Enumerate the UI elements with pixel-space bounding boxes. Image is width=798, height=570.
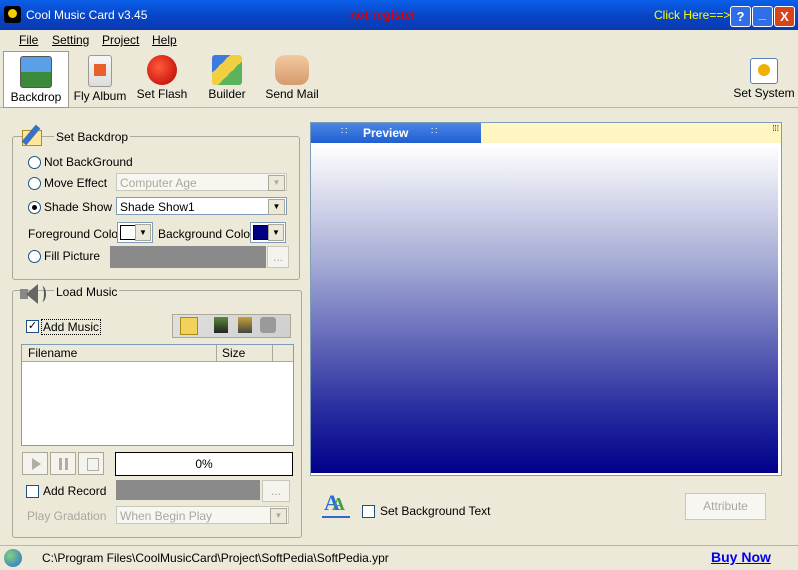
tool-icon-1[interactable] bbox=[214, 317, 228, 333]
shade-show-select[interactable]: Shade Show1 ▼ bbox=[116, 197, 287, 215]
add-music-checkbox[interactable]: ✓ bbox=[26, 320, 39, 333]
move-effect-value: Computer Age bbox=[120, 176, 197, 190]
menu-setting[interactable]: Setting bbox=[52, 33, 89, 47]
app-icon[interactable] bbox=[4, 6, 21, 23]
tool-icon-2[interactable] bbox=[238, 317, 252, 333]
set-system-label: Set System bbox=[733, 86, 795, 100]
file-list-header: Filename Size bbox=[22, 345, 293, 362]
preview-dots-icon: ∷ bbox=[431, 126, 438, 137]
fly-album-label: Fly Album bbox=[73, 89, 127, 103]
title-bar: Cool Music Card v3.45 not register Click… bbox=[0, 0, 798, 30]
set-flash-label: Set Flash bbox=[136, 87, 188, 101]
not-background-label: Not BackGround bbox=[44, 155, 133, 169]
load-music-title: Load Music bbox=[54, 285, 120, 299]
size-column-header[interactable]: Size bbox=[222, 346, 245, 360]
filename-column-header[interactable]: Filename bbox=[28, 346, 77, 360]
set-flash-button[interactable]: Set Flash bbox=[136, 51, 188, 106]
settings-icon bbox=[750, 58, 778, 84]
builder-label: Builder bbox=[208, 87, 246, 101]
help-button[interactable]: ? bbox=[730, 6, 751, 27]
window-title: Cool Music Card v3.45 bbox=[26, 8, 148, 22]
preview-canvas bbox=[311, 145, 778, 473]
background-color-label: Background Color bbox=[158, 227, 255, 241]
speaker-icon bbox=[18, 280, 46, 308]
preview-dots-icon: ∷ bbox=[341, 126, 348, 137]
builder-icon bbox=[212, 55, 242, 85]
open-folder-icon[interactable] bbox=[180, 317, 198, 335]
text-format-icon[interactable]: A A bbox=[320, 490, 352, 520]
progress-display: 0% bbox=[115, 452, 293, 476]
move-effect-select[interactable]: Computer Age ▼ bbox=[116, 173, 287, 191]
menu-project[interactable]: Project bbox=[102, 33, 139, 47]
send-mail-label: Send Mail bbox=[265, 87, 319, 101]
handshake-icon bbox=[275, 55, 309, 85]
send-mail-button[interactable]: Send Mail bbox=[262, 51, 322, 106]
set-system-button[interactable]: Set System bbox=[732, 51, 796, 106]
foreground-color-swatch bbox=[120, 225, 136, 240]
preview-panel: ∷ Preview ∷ ⁞⁞⁞ bbox=[310, 122, 782, 476]
minimize-button[interactable]: _ bbox=[752, 6, 773, 27]
menu-help[interactable]: Help bbox=[152, 33, 177, 47]
move-effect-radio[interactable] bbox=[28, 177, 41, 190]
shade-show-radio[interactable] bbox=[28, 201, 41, 214]
builder-button[interactable]: Builder bbox=[204, 51, 250, 106]
record-field bbox=[116, 480, 260, 500]
foreground-color-picker[interactable]: ▼ bbox=[117, 222, 153, 243]
play-gradation-label: Play Gradation bbox=[27, 509, 107, 523]
preview-header: ∷ Preview ∷ ⁞⁞⁞ bbox=[311, 123, 781, 143]
play-button[interactable] bbox=[22, 452, 48, 475]
menu-file[interactable]: File bbox=[19, 33, 38, 47]
preview-title: Preview bbox=[363, 126, 409, 140]
set-backdrop-title: Set Backdrop bbox=[54, 130, 131, 144]
album-icon bbox=[88, 55, 112, 87]
foreground-color-label: Foreground Color bbox=[28, 227, 123, 241]
play-gradation-value: When Begin Play bbox=[120, 509, 213, 523]
not-background-radio[interactable] bbox=[28, 156, 41, 169]
stop-button[interactable] bbox=[78, 452, 104, 475]
fill-picture-label: Fill Picture bbox=[44, 249, 101, 263]
buy-now-link[interactable]: Buy Now bbox=[711, 549, 771, 565]
backdrop-label: Backdrop bbox=[10, 90, 62, 104]
landscape-icon bbox=[20, 56, 52, 88]
close-button[interactable]: X bbox=[774, 6, 795, 27]
shade-show-value: Shade Show1 bbox=[120, 200, 195, 214]
set-bg-text-label: Set Background Text bbox=[380, 504, 491, 518]
stop-icon bbox=[87, 458, 99, 471]
status-bar: C:\Program Files\CoolMusicCard\Project\S… bbox=[0, 545, 798, 570]
background-color-picker[interactable]: ▼ bbox=[250, 222, 286, 243]
pause-icon bbox=[59, 458, 62, 470]
add-music-label: Add Music bbox=[41, 319, 102, 335]
fill-picture-browse-button[interactable]: ... bbox=[267, 246, 289, 268]
toolbar: Backdrop Fly Album Set Flash Builder Sen… bbox=[0, 50, 798, 108]
pause-button[interactable] bbox=[50, 452, 76, 475]
flash-icon bbox=[147, 55, 177, 85]
add-record-label: Add Record bbox=[43, 484, 107, 498]
fly-album-button[interactable]: Fly Album bbox=[72, 51, 128, 106]
shade-show-label: Shade Show bbox=[44, 200, 113, 214]
chevron-down-icon: ▼ bbox=[268, 175, 285, 191]
fill-picture-radio[interactable] bbox=[28, 250, 41, 263]
move-effect-label: Move Effect bbox=[44, 176, 108, 190]
play-icon bbox=[32, 458, 41, 470]
grip-icon: ⁞⁞⁞ bbox=[772, 124, 779, 133]
menu-bar: File Setting Project Help bbox=[0, 30, 798, 51]
fill-picture-field bbox=[110, 246, 266, 268]
set-bg-text-checkbox[interactable] bbox=[362, 505, 375, 518]
register-status: not register bbox=[350, 8, 417, 22]
music-file-list[interactable]: Filename Size bbox=[21, 344, 294, 446]
backdrop-button[interactable]: Backdrop bbox=[3, 51, 69, 108]
tool-icon-3[interactable] bbox=[260, 317, 276, 333]
globe-icon bbox=[4, 549, 22, 567]
attribute-button[interactable]: Attribute bbox=[685, 493, 766, 520]
chevron-down-icon: ▼ bbox=[135, 224, 151, 241]
play-gradation-select[interactable]: When Begin Play ▼ bbox=[116, 506, 289, 524]
project-path: C:\Program Files\CoolMusicCard\Project\S… bbox=[42, 551, 389, 565]
record-browse-button[interactable]: ... bbox=[262, 480, 290, 502]
background-color-swatch bbox=[253, 225, 269, 240]
chevron-down-icon: ▼ bbox=[270, 508, 287, 524]
add-record-checkbox[interactable] bbox=[26, 485, 39, 498]
chevron-down-icon: ▼ bbox=[268, 199, 285, 215]
chevron-down-icon: ▼ bbox=[268, 224, 284, 241]
backdrop-pen-icon bbox=[20, 122, 46, 148]
